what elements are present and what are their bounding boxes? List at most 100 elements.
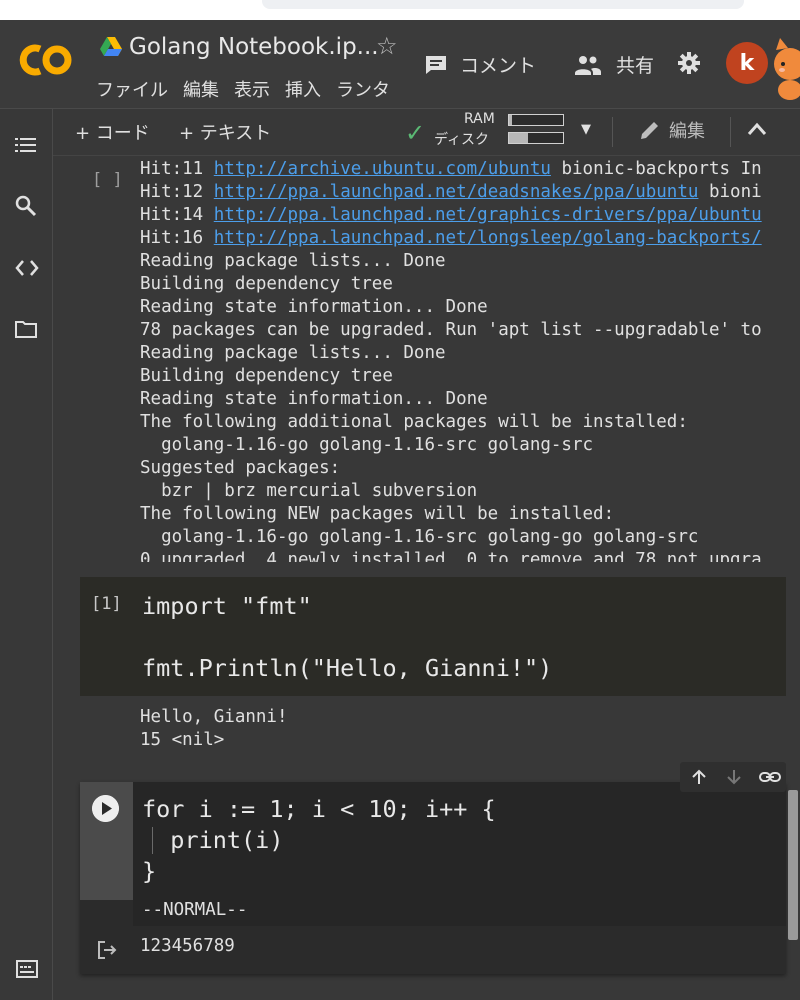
toolbar-divider xyxy=(612,117,613,147)
disk-meter[interactable] xyxy=(508,132,564,144)
add-code-button[interactable]: + コード xyxy=(75,119,150,145)
log-text: golang-1.16-go golang-1.16-src golang-go… xyxy=(140,527,699,547)
people-icon xyxy=(575,55,601,75)
gear-icon[interactable] xyxy=(677,51,701,75)
code-cell-loop[interactable]: for i := 1; i < 10; i++ { print(i) } --N… xyxy=(80,782,786,974)
run-cell-button[interactable] xyxy=(92,795,119,822)
log-text: The following additional packages will b… xyxy=(140,412,688,432)
log-text: 0 upgraded, 4 newly installed, 0 to remo… xyxy=(140,550,762,562)
log-text: bionic-backports In xyxy=(550,159,762,179)
log-line: 78 packages can be upgraded. Run 'apt li… xyxy=(140,319,762,342)
log-line: The following additional packages will b… xyxy=(140,411,762,434)
log-line: Reading package lists... Done xyxy=(140,342,762,365)
table-of-contents-icon[interactable] xyxy=(15,135,37,155)
edit-label: 編集 xyxy=(669,121,705,142)
log-line: Building dependency tree xyxy=(140,273,762,296)
log-text: Hit:11 xyxy=(140,159,214,179)
browser-top-strip xyxy=(0,0,800,20)
folder-icon[interactable] xyxy=(15,320,37,338)
caret-down-icon[interactable]: ▼ xyxy=(581,122,591,137)
chevron-up-icon[interactable] xyxy=(747,121,767,137)
log-text: Suggested packages: xyxy=(140,458,341,478)
log-text: The following NEW packages will be insta… xyxy=(140,504,615,524)
log-text: Building dependency tree xyxy=(140,366,393,386)
disk-meter-fill xyxy=(509,133,528,143)
log-line: The following NEW packages will be insta… xyxy=(140,503,762,526)
google-drive-icon[interactable] xyxy=(100,37,122,57)
log-line: Hit:16 http://ppa.launchpad.net/longslee… xyxy=(140,227,762,250)
colab-logo[interactable] xyxy=(18,40,76,80)
search-icon[interactable] xyxy=(15,195,37,217)
log-text: bioni xyxy=(698,182,762,202)
menu-insert[interactable]: 挿入 xyxy=(285,80,321,101)
edit-button[interactable]: 編集 xyxy=(639,117,705,143)
log-line: Hit:14 http://ppa.launchpad.net/graphics… xyxy=(140,204,762,227)
share-label: 共有 xyxy=(616,55,655,77)
install-output-cell[interactable]: [ ] Hit:11 http://archive.ubuntu.com/ubu… xyxy=(80,156,786,562)
output-redirect-icon[interactable] xyxy=(97,940,117,960)
log-line: bzr | brz mercurial subversion xyxy=(140,480,762,503)
menu-view[interactable]: 表示 xyxy=(234,80,270,101)
code-line: fmt.Println("Hello, Gianni!") xyxy=(142,654,553,682)
link-icon[interactable] xyxy=(759,768,781,786)
output-line: Hello, Gianni! xyxy=(140,707,288,727)
code-editor[interactable]: for i := 1; i < 10; i++ { print(i) } xyxy=(142,794,496,887)
log-text: Hit:14 xyxy=(140,205,214,225)
code-line: print(i) xyxy=(142,826,284,854)
log-line: Building dependency tree xyxy=(140,365,762,388)
move-cell-down-icon[interactable] xyxy=(725,768,743,786)
terminal-icon[interactable] xyxy=(16,960,38,978)
comment-button[interactable]: コメント xyxy=(424,51,536,78)
disk-label: ディスク xyxy=(434,132,490,148)
vim-mode-status: --NORMAL-- xyxy=(142,900,248,920)
address-bar-edge[interactable] xyxy=(262,0,744,9)
log-text: Reading state information... Done xyxy=(140,297,488,317)
pencil-icon xyxy=(641,122,658,139)
connected-check-icon[interactable]: ✓ xyxy=(405,119,425,147)
avatar[interactable]: k xyxy=(726,42,768,84)
code-snippets-icon[interactable] xyxy=(15,259,39,277)
menu-bar: ファイル 編集 表示 挿入 ランタ xyxy=(96,76,404,102)
menu-file[interactable]: ファイル xyxy=(96,80,168,101)
cell-gutter xyxy=(80,782,133,900)
log-url-link[interactable]: http://ppa.launchpad.net/deadsnakes/ppa/… xyxy=(214,182,699,202)
cat-mascot-icon xyxy=(774,38,800,100)
star-icon[interactable]: ☆ xyxy=(376,32,398,60)
cell-output: Hello, Gianni! 15 <nil> xyxy=(140,706,288,752)
scrollbar[interactable] xyxy=(788,790,798,940)
indent-guide xyxy=(152,827,153,854)
code-editor[interactable]: import "fmt" fmt.Println("Hello, Gianni!… xyxy=(142,591,552,684)
code-line: } xyxy=(142,857,157,885)
menu-runtime[interactable]: ランタ xyxy=(336,80,390,101)
output-line: 15 <nil> xyxy=(140,730,225,750)
comment-label: コメント xyxy=(460,55,537,77)
log-line: Reading package lists... Done xyxy=(140,250,762,273)
log-text: bzr | brz mercurial subversion xyxy=(140,481,478,501)
notebook-toolbar: + コード + テキスト ✓ RAM ディスク ▼ 編集 xyxy=(53,109,800,156)
cell-toolbar xyxy=(680,762,786,792)
log-url-link[interactable]: http://ppa.launchpad.net/longsleep/golan… xyxy=(214,228,762,248)
ram-label: RAM xyxy=(464,111,495,127)
log-text: Reading state information... Done xyxy=(140,389,488,409)
log-text: Reading package lists... Done xyxy=(140,251,446,271)
share-button[interactable]: 共有 xyxy=(574,51,654,78)
log-text: Building dependency tree xyxy=(140,274,393,294)
log-url-link[interactable]: http://ppa.launchpad.net/graphics-driver… xyxy=(214,205,762,225)
toolbar-divider xyxy=(730,117,731,147)
cell-prompt[interactable]: [1] xyxy=(91,594,122,614)
left-sidebar xyxy=(0,109,53,1000)
code-cell-hello[interactable]: [1] import "fmt" fmt.Println("Hello, Gia… xyxy=(80,577,786,696)
ram-meter[interactable] xyxy=(508,114,564,126)
menu-edit[interactable]: 編集 xyxy=(183,80,219,101)
log-line: Reading state information... Done xyxy=(140,388,762,411)
log-line: Suggested packages: xyxy=(140,457,762,480)
log-url-link[interactable]: http://archive.ubuntu.com/ubuntu xyxy=(214,159,551,179)
colab-header: Golang Notebook.ip... ☆ ファイル 編集 表示 挿入 ランタ コメ… xyxy=(0,20,800,109)
log-text: Hit:12 xyxy=(140,182,214,202)
log-text: 78 packages can be upgraded. Run 'apt li… xyxy=(140,320,762,340)
cell-prompt[interactable]: [ ] xyxy=(92,170,123,190)
notebook-title[interactable]: Golang Notebook.ip... xyxy=(129,34,379,60)
add-text-button[interactable]: + テキスト xyxy=(179,119,271,145)
comment-icon xyxy=(426,55,446,74)
move-cell-up-icon[interactable] xyxy=(690,768,708,786)
